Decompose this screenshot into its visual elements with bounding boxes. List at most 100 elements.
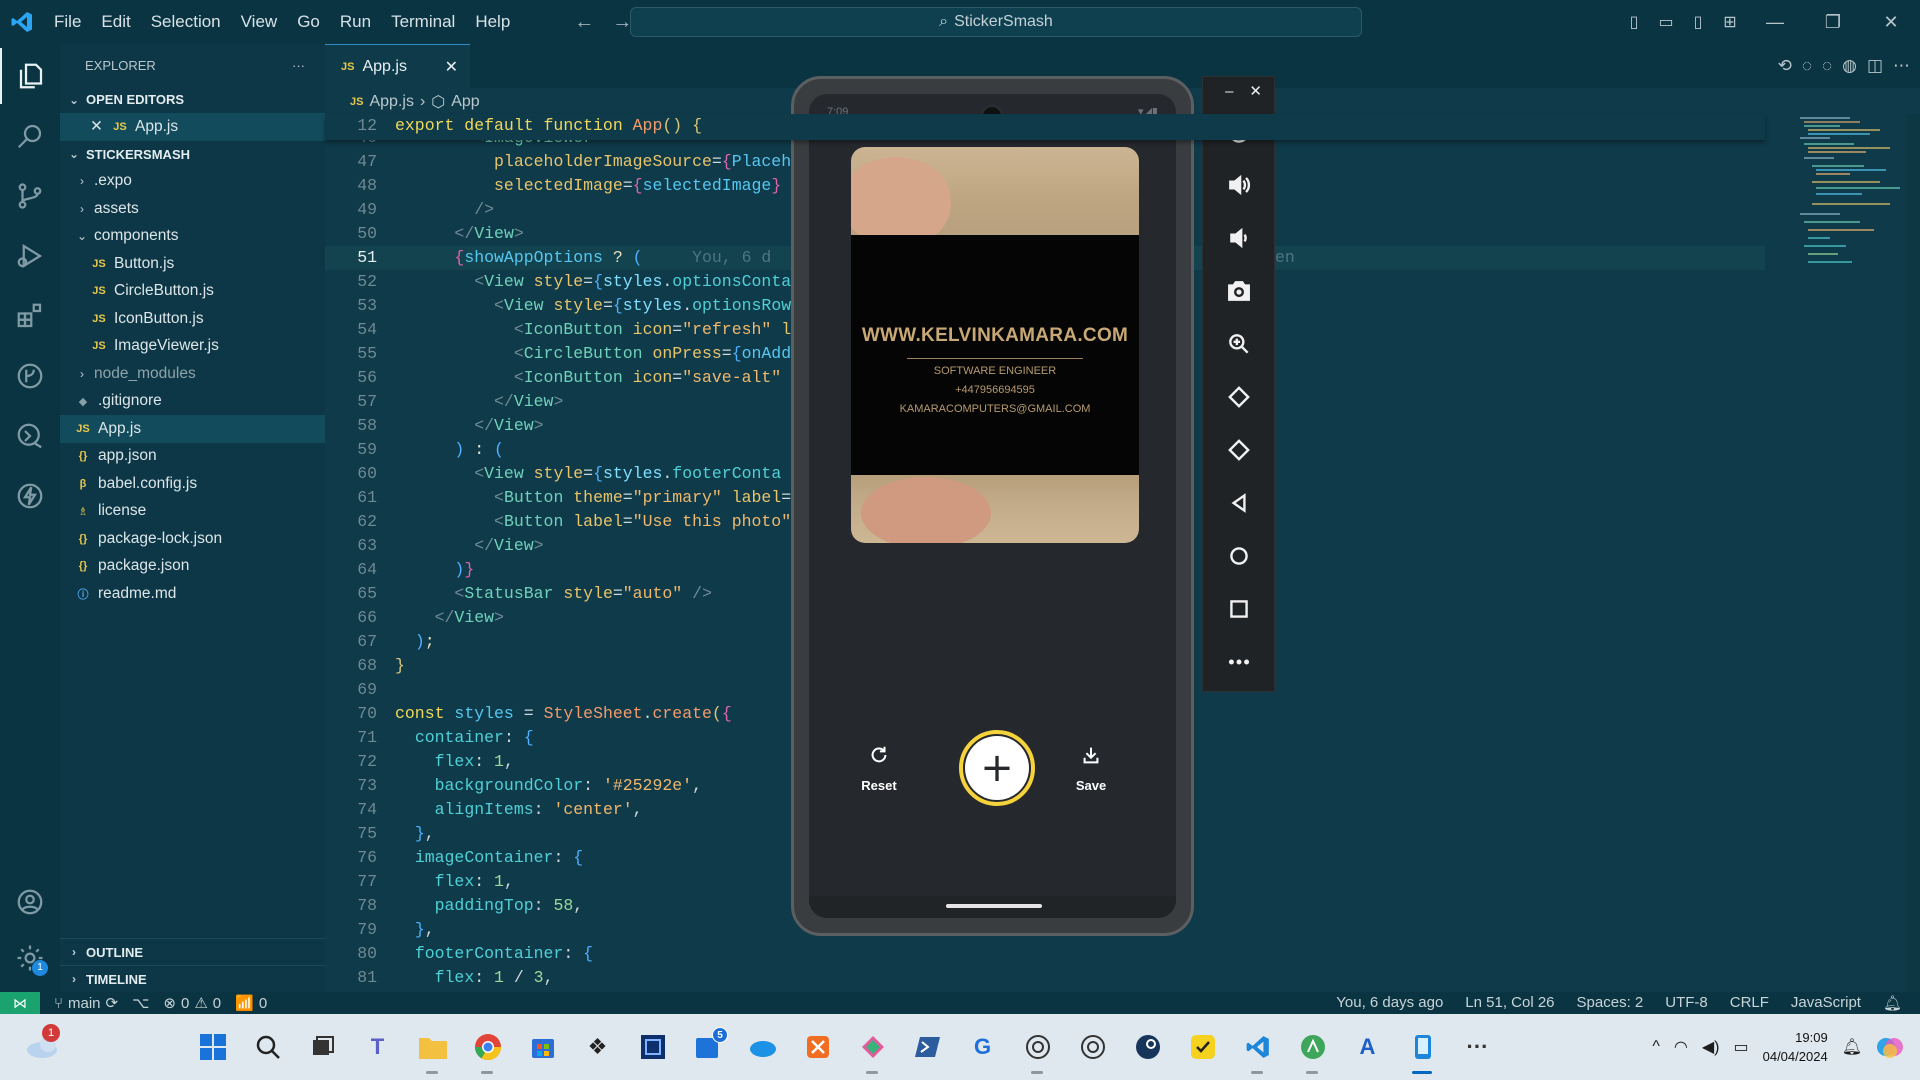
microsoft-store-icon[interactable] xyxy=(520,1025,565,1070)
problems-indicator[interactable]: ⊗ 0 ⚠ 0 xyxy=(163,994,221,1013)
ports-indicator[interactable]: 📶 0 xyxy=(235,994,267,1013)
minimap[interactable] xyxy=(1790,114,1920,314)
command-center-search[interactable]: ⌕ StickerSmash xyxy=(630,7,1362,37)
git-graph-icon[interactable] xyxy=(0,348,60,404)
git-tool-icon[interactable] xyxy=(850,1025,895,1074)
indentation[interactable]: Spaces: 2 xyxy=(1577,994,1644,1012)
file-tree-item[interactable]: › assets xyxy=(60,195,325,223)
file-tree-item[interactable]: ◆ .gitignore xyxy=(60,388,325,416)
outlook-icon[interactable]: 5 xyxy=(685,1025,730,1070)
clock[interactable]: 19:09 04/04/2024 xyxy=(1763,1028,1828,1066)
language-mode[interactable]: JavaScript xyxy=(1791,994,1861,1012)
extensions-icon[interactable] xyxy=(0,288,60,344)
menu-view[interactable]: View xyxy=(231,0,288,44)
windows-start-icon[interactable] xyxy=(190,1025,235,1070)
file-explorer-icon[interactable] xyxy=(410,1025,455,1074)
file-tree-item[interactable]: › .expo xyxy=(60,168,325,196)
breadcrumb-symbol[interactable]: App xyxy=(451,93,479,111)
home-indicator[interactable] xyxy=(946,904,1042,908)
menu-run[interactable]: Run xyxy=(330,0,381,44)
file-tree-item[interactable]: JS CircleButton.js xyxy=(60,278,325,306)
rotate-left-icon[interactable] xyxy=(1203,370,1274,423)
more-apps-icon[interactable]: ··· xyxy=(1455,1025,1500,1070)
close-window-button[interactable]: ✕ xyxy=(1862,12,1920,33)
sticky-scroll-line[interactable]: 12 export default function App() { xyxy=(325,114,1765,140)
emulator-taskbar-icon[interactable] xyxy=(1400,1025,1445,1074)
customize-layout-icon[interactable]: ⊞ xyxy=(1714,12,1746,32)
blue-c-app-icon[interactable]: G xyxy=(960,1025,1005,1070)
teams-icon[interactable]: T xyxy=(355,1025,400,1070)
emulator-minimize-button[interactable]: – xyxy=(1225,83,1233,100)
remote-indicator-icon[interactable]: ⋈ xyxy=(0,992,40,1014)
device-screen[interactable]: 7:09 ▾◢▮ WWW.KELVINKAMARA.COM SOFTWARE E… xyxy=(809,94,1176,918)
more-options-icon[interactable] xyxy=(1203,635,1274,688)
file-tree-item[interactable]: › node_modules xyxy=(60,360,325,388)
wifi-icon[interactable]: ◠ xyxy=(1674,1037,1688,1057)
menu-help[interactable]: Help xyxy=(465,0,520,44)
code-line[interactable]: 81 flex: 1 / 3, xyxy=(325,966,1765,990)
menu-file[interactable]: File xyxy=(44,0,91,44)
battery-icon[interactable]: ▭ xyxy=(1733,1037,1748,1057)
weather-widget-icon[interactable]: 1 xyxy=(24,1024,62,1060)
editor-scrollbar[interactable] xyxy=(1906,114,1920,992)
taskbar-search-icon[interactable] xyxy=(245,1025,290,1070)
speaker-icon[interactable]: ◀) xyxy=(1702,1037,1720,1057)
file-tree-item[interactable]: ♗ license xyxy=(60,498,325,526)
close-icon[interactable]: ✕ xyxy=(90,117,103,136)
expo-tools-icon[interactable] xyxy=(0,468,60,524)
task-view-icon[interactable] xyxy=(300,1025,345,1070)
file-tree-item[interactable]: JS ImageViewer.js xyxy=(60,333,325,361)
chatgpt-alt-icon[interactable] xyxy=(1070,1025,1115,1070)
code-line[interactable]: 80 footerContainer: { xyxy=(325,942,1765,966)
file-tree-item[interactable]: JS IconButton.js xyxy=(60,305,325,333)
breadcrumb-file[interactable]: App.js xyxy=(369,93,413,111)
text-tool-icon[interactable]: A xyxy=(1345,1025,1390,1070)
encoding[interactable]: UTF-8 xyxy=(1665,994,1708,1012)
outline-section[interactable]: › OUTLINE xyxy=(60,938,325,965)
copilot-icon[interactable] xyxy=(1876,1033,1904,1061)
timeline-section[interactable]: › TIMELINE xyxy=(60,965,325,992)
file-tree-item[interactable]: β babel.config.js xyxy=(60,470,325,498)
search-view-icon[interactable] xyxy=(0,108,60,164)
rotate-right-icon[interactable] xyxy=(1203,423,1274,476)
open-editor-item[interactable]: ✕ JS App.js xyxy=(60,113,325,141)
file-tree-item[interactable]: ⓘ readme.md xyxy=(60,580,325,608)
chrome-icon[interactable] xyxy=(465,1025,510,1074)
emulator-close-button[interactable]: ✕ xyxy=(1249,82,1262,100)
accounts-icon[interactable] xyxy=(0,874,60,930)
file-tree-item[interactable]: JS Button.js xyxy=(60,250,325,278)
steam-icon[interactable] xyxy=(1125,1025,1170,1070)
back-arrow-icon[interactable]: ← xyxy=(574,11,594,34)
menu-terminal[interactable]: Terminal xyxy=(381,0,465,44)
project-section[interactable]: ⌄ STICKERSMASH xyxy=(60,141,325,168)
close-tab-icon[interactable]: ✕ xyxy=(445,57,458,77)
next-change-icon[interactable]: ◌ xyxy=(1822,56,1832,76)
powershell-icon[interactable] xyxy=(905,1025,950,1070)
run-and-debug-icon[interactable] xyxy=(0,228,60,284)
zoom-icon[interactable] xyxy=(1203,317,1274,370)
show-hidden-icons-chevron-icon[interactable]: ^ xyxy=(1652,1038,1660,1056)
file-tree-item[interactable]: {} package-lock.json xyxy=(60,525,325,553)
open-changes-icon[interactable]: ⟲ xyxy=(1778,56,1792,76)
toggle-primary-sidebar-icon[interactable]: ▯ xyxy=(1618,12,1650,32)
docker-icon[interactable] xyxy=(740,1025,785,1070)
git-branch[interactable]: ⑂ main ⟳ xyxy=(54,994,118,1013)
toggle-panel-icon[interactable]: ▭ xyxy=(1650,12,1682,32)
split-editor-icon[interactable]: ◫ xyxy=(1867,56,1883,76)
reset-button[interactable]: Reset xyxy=(839,744,919,793)
file-tree-item[interactable]: {} package.json xyxy=(60,553,325,581)
timeline-icon[interactable]: ◍ xyxy=(1842,56,1857,76)
menu-go[interactable]: Go xyxy=(287,0,330,44)
source-control-icon[interactable] xyxy=(0,168,60,224)
cursor-position[interactable]: Ln 51, Col 26 xyxy=(1465,994,1554,1012)
explorer-icon[interactable] xyxy=(0,48,60,104)
screenshot-camera-icon[interactable] xyxy=(1203,264,1274,317)
save-button[interactable]: Save xyxy=(1051,744,1131,793)
back-triangle-icon[interactable] xyxy=(1203,476,1274,529)
dropbox-icon[interactable]: ❖ xyxy=(575,1025,620,1070)
remote-explorer-icon[interactable] xyxy=(0,408,60,464)
menu-edit[interactable]: Edit xyxy=(91,0,140,44)
yellow-check-app-icon[interactable] xyxy=(1180,1025,1225,1070)
line-ending[interactable]: CRLF xyxy=(1730,994,1769,1012)
tab-app-js[interactable]: JS App.js ✕ xyxy=(325,44,470,88)
